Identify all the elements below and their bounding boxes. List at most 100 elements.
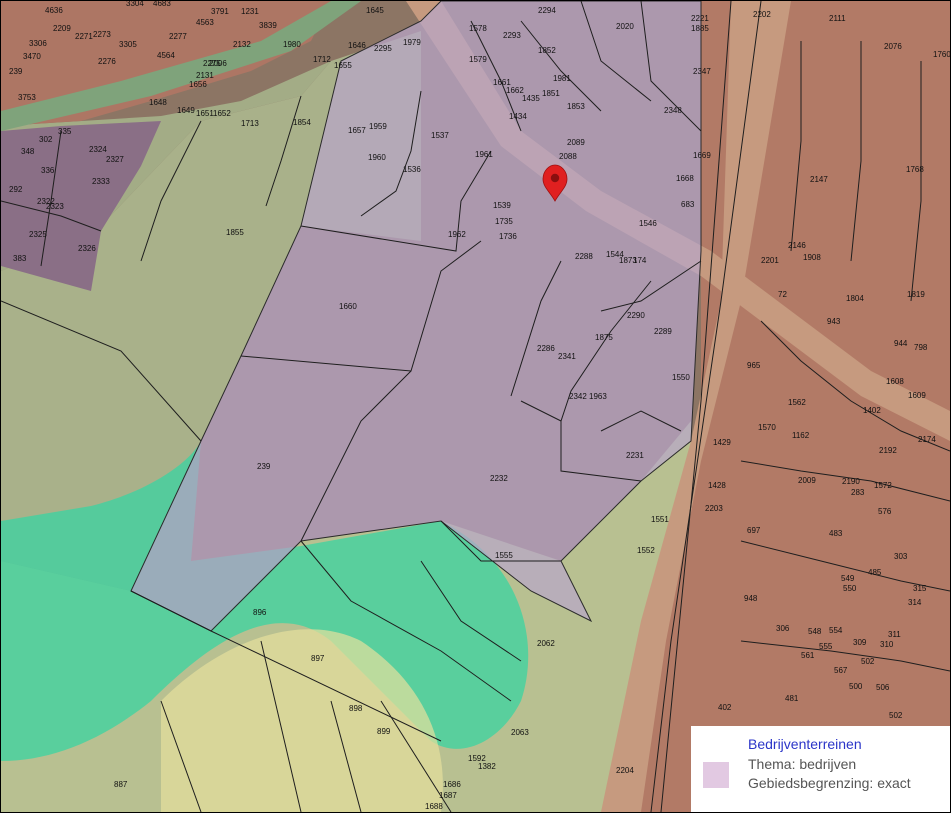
parcel-label: 1550 — [672, 373, 690, 382]
parcel-label: 2341 — [558, 352, 576, 361]
parcel-label: 2062 — [537, 639, 555, 648]
parcel-label: 1162 — [792, 431, 810, 440]
parcel-label: 1649 — [177, 106, 195, 115]
parcel-label: 2295 — [374, 44, 392, 53]
legend-row: Thema: bedrijven Gebiedsbegrenzing: exac… — [703, 755, 938, 793]
parcel-label: 2232 — [490, 474, 508, 483]
parcel-label: 887 — [114, 780, 128, 789]
parcel-label: 283 — [851, 488, 865, 497]
parcel-label: 3304 — [126, 1, 144, 8]
parcel-label: 1855 — [226, 228, 244, 237]
parcel-label: 1735 — [495, 217, 513, 226]
parcel-label: 943 — [827, 317, 841, 326]
parcel-label: 2221 — [691, 14, 709, 23]
parcel-label: 2294 — [538, 6, 556, 15]
parcel-label: 2342 — [569, 392, 587, 401]
parcel-label: 1908 — [803, 253, 821, 262]
parcel-label: 4563 — [196, 18, 214, 27]
parcel-label: 1429 — [713, 438, 731, 447]
parcel-label: 72 — [778, 290, 787, 299]
parcel-label: 4683 — [153, 1, 171, 8]
parcel-label: 1648 — [149, 98, 167, 107]
legend-lines: Thema: bedrijven Gebiedsbegrenzing: exac… — [748, 755, 911, 793]
parcel-label: 2190 — [842, 477, 860, 486]
parcel-label: 1428 — [708, 481, 726, 490]
parcel-label: 1608 — [886, 377, 904, 386]
parcel-label: 2348 — [664, 106, 682, 115]
parcel-label: 1804 — [846, 294, 864, 303]
parcel-label: 549 — [841, 574, 855, 583]
legend-theme: Thema: bedrijven — [748, 756, 857, 772]
parcel-label: 1851 — [542, 89, 560, 98]
parcel-label: 2063 — [511, 728, 529, 737]
parcel-label: 2201 — [761, 256, 779, 265]
parcel-label: 1669 — [693, 151, 711, 160]
parcel-label: 1537 — [431, 131, 449, 140]
parcel-label: 336 — [41, 166, 55, 175]
parcel-label: 1402 — [863, 406, 881, 415]
parcel-label: 2286 — [537, 344, 555, 353]
parcel-label: 314 — [908, 598, 922, 607]
parcel-label: 2076 — [884, 42, 902, 51]
parcel-label: 3839 — [259, 21, 277, 30]
parcel-label: 500 — [849, 682, 863, 691]
parcel-label: 1657 — [348, 126, 366, 135]
parcel-label: 1668 — [676, 174, 694, 183]
parcel-label: 2146 — [788, 241, 806, 250]
parcel-label: 502 — [889, 711, 903, 720]
parcel-label: 2209 — [53, 24, 71, 33]
parcel-label: 2289 — [654, 327, 672, 336]
parcel-label: 1961 — [475, 150, 493, 159]
parcel-label: 1760 — [933, 50, 950, 59]
parcel-label: 335 — [58, 127, 72, 136]
map-legend: Bedrijventerreinen Thema: bedrijven Gebi… — [691, 726, 950, 812]
parcel-label: 4564 — [157, 51, 175, 60]
parcel-label: 1536 — [403, 165, 421, 174]
parcel-label: 2325 — [29, 230, 47, 239]
parcel-label: 2111 — [829, 14, 846, 23]
parcel-label: 1979 — [403, 38, 421, 47]
parcel-label: 2147 — [810, 175, 828, 184]
parcel-label: 948 — [744, 594, 758, 603]
parcel-label: 1231 — [241, 7, 259, 16]
parcel-label: 302 — [39, 135, 53, 144]
parcel-label: 311 — [888, 630, 901, 639]
parcel-label: 3791 — [211, 7, 229, 16]
parcel-label: 2192 — [879, 446, 897, 455]
map-canvas[interactable]: 4636 3304 4683 3791 1231 1645 2294 2202 2111 2209… — [1, 1, 950, 812]
parcel-label: 1552 — [637, 546, 655, 555]
parcel-label: 239 — [9, 67, 23, 76]
parcel-label: 965 — [747, 361, 761, 370]
parcel-label: 899 — [377, 727, 391, 736]
legend-boundary: Gebiedsbegrenzing: exact — [748, 775, 911, 791]
map-viewport[interactable]: 4636 3304 4683 3791 1231 1645 2294 2202 2111 2209… — [0, 0, 951, 813]
parcel-label: 2231 — [626, 451, 644, 460]
parcel-label: 1579 — [469, 55, 487, 64]
parcel-label: 2327 — [106, 155, 124, 164]
parcel-label: 402 — [718, 703, 732, 712]
parcel-label: 1854 — [293, 118, 311, 127]
parcel-label: 1852 — [538, 46, 556, 55]
parcel-label: 239 — [257, 462, 271, 471]
parcel-label: 576 — [878, 507, 892, 516]
parcel-label: 2009 — [798, 476, 816, 485]
parcel-label: 1555 — [495, 551, 513, 560]
parcel-label: 1713 — [241, 119, 259, 128]
parcel-label: 896 — [253, 608, 267, 617]
parcel-label: 174 — [633, 256, 647, 265]
parcel-label: 1686 — [443, 780, 461, 789]
parcel-label: 798 — [914, 343, 928, 352]
parcel-label: 2089 — [567, 138, 585, 147]
parcel-label: 1660 — [339, 302, 357, 311]
parcel-label: 2293 — [503, 31, 521, 40]
parcel-label: 2347 — [693, 67, 711, 76]
parcel-label: 1435 — [522, 94, 540, 103]
parcel-label: 3753 — [18, 93, 36, 102]
parcel-label: 554 — [829, 626, 843, 635]
parcel-label: 1885 — [691, 24, 709, 33]
parcel-label: 2324 — [89, 145, 107, 154]
parcel-label: 1546 — [639, 219, 657, 228]
parcel-label: 303 — [894, 552, 908, 561]
parcel-label: 1434 — [509, 112, 527, 121]
parcel-label: 1382 — [478, 762, 496, 771]
